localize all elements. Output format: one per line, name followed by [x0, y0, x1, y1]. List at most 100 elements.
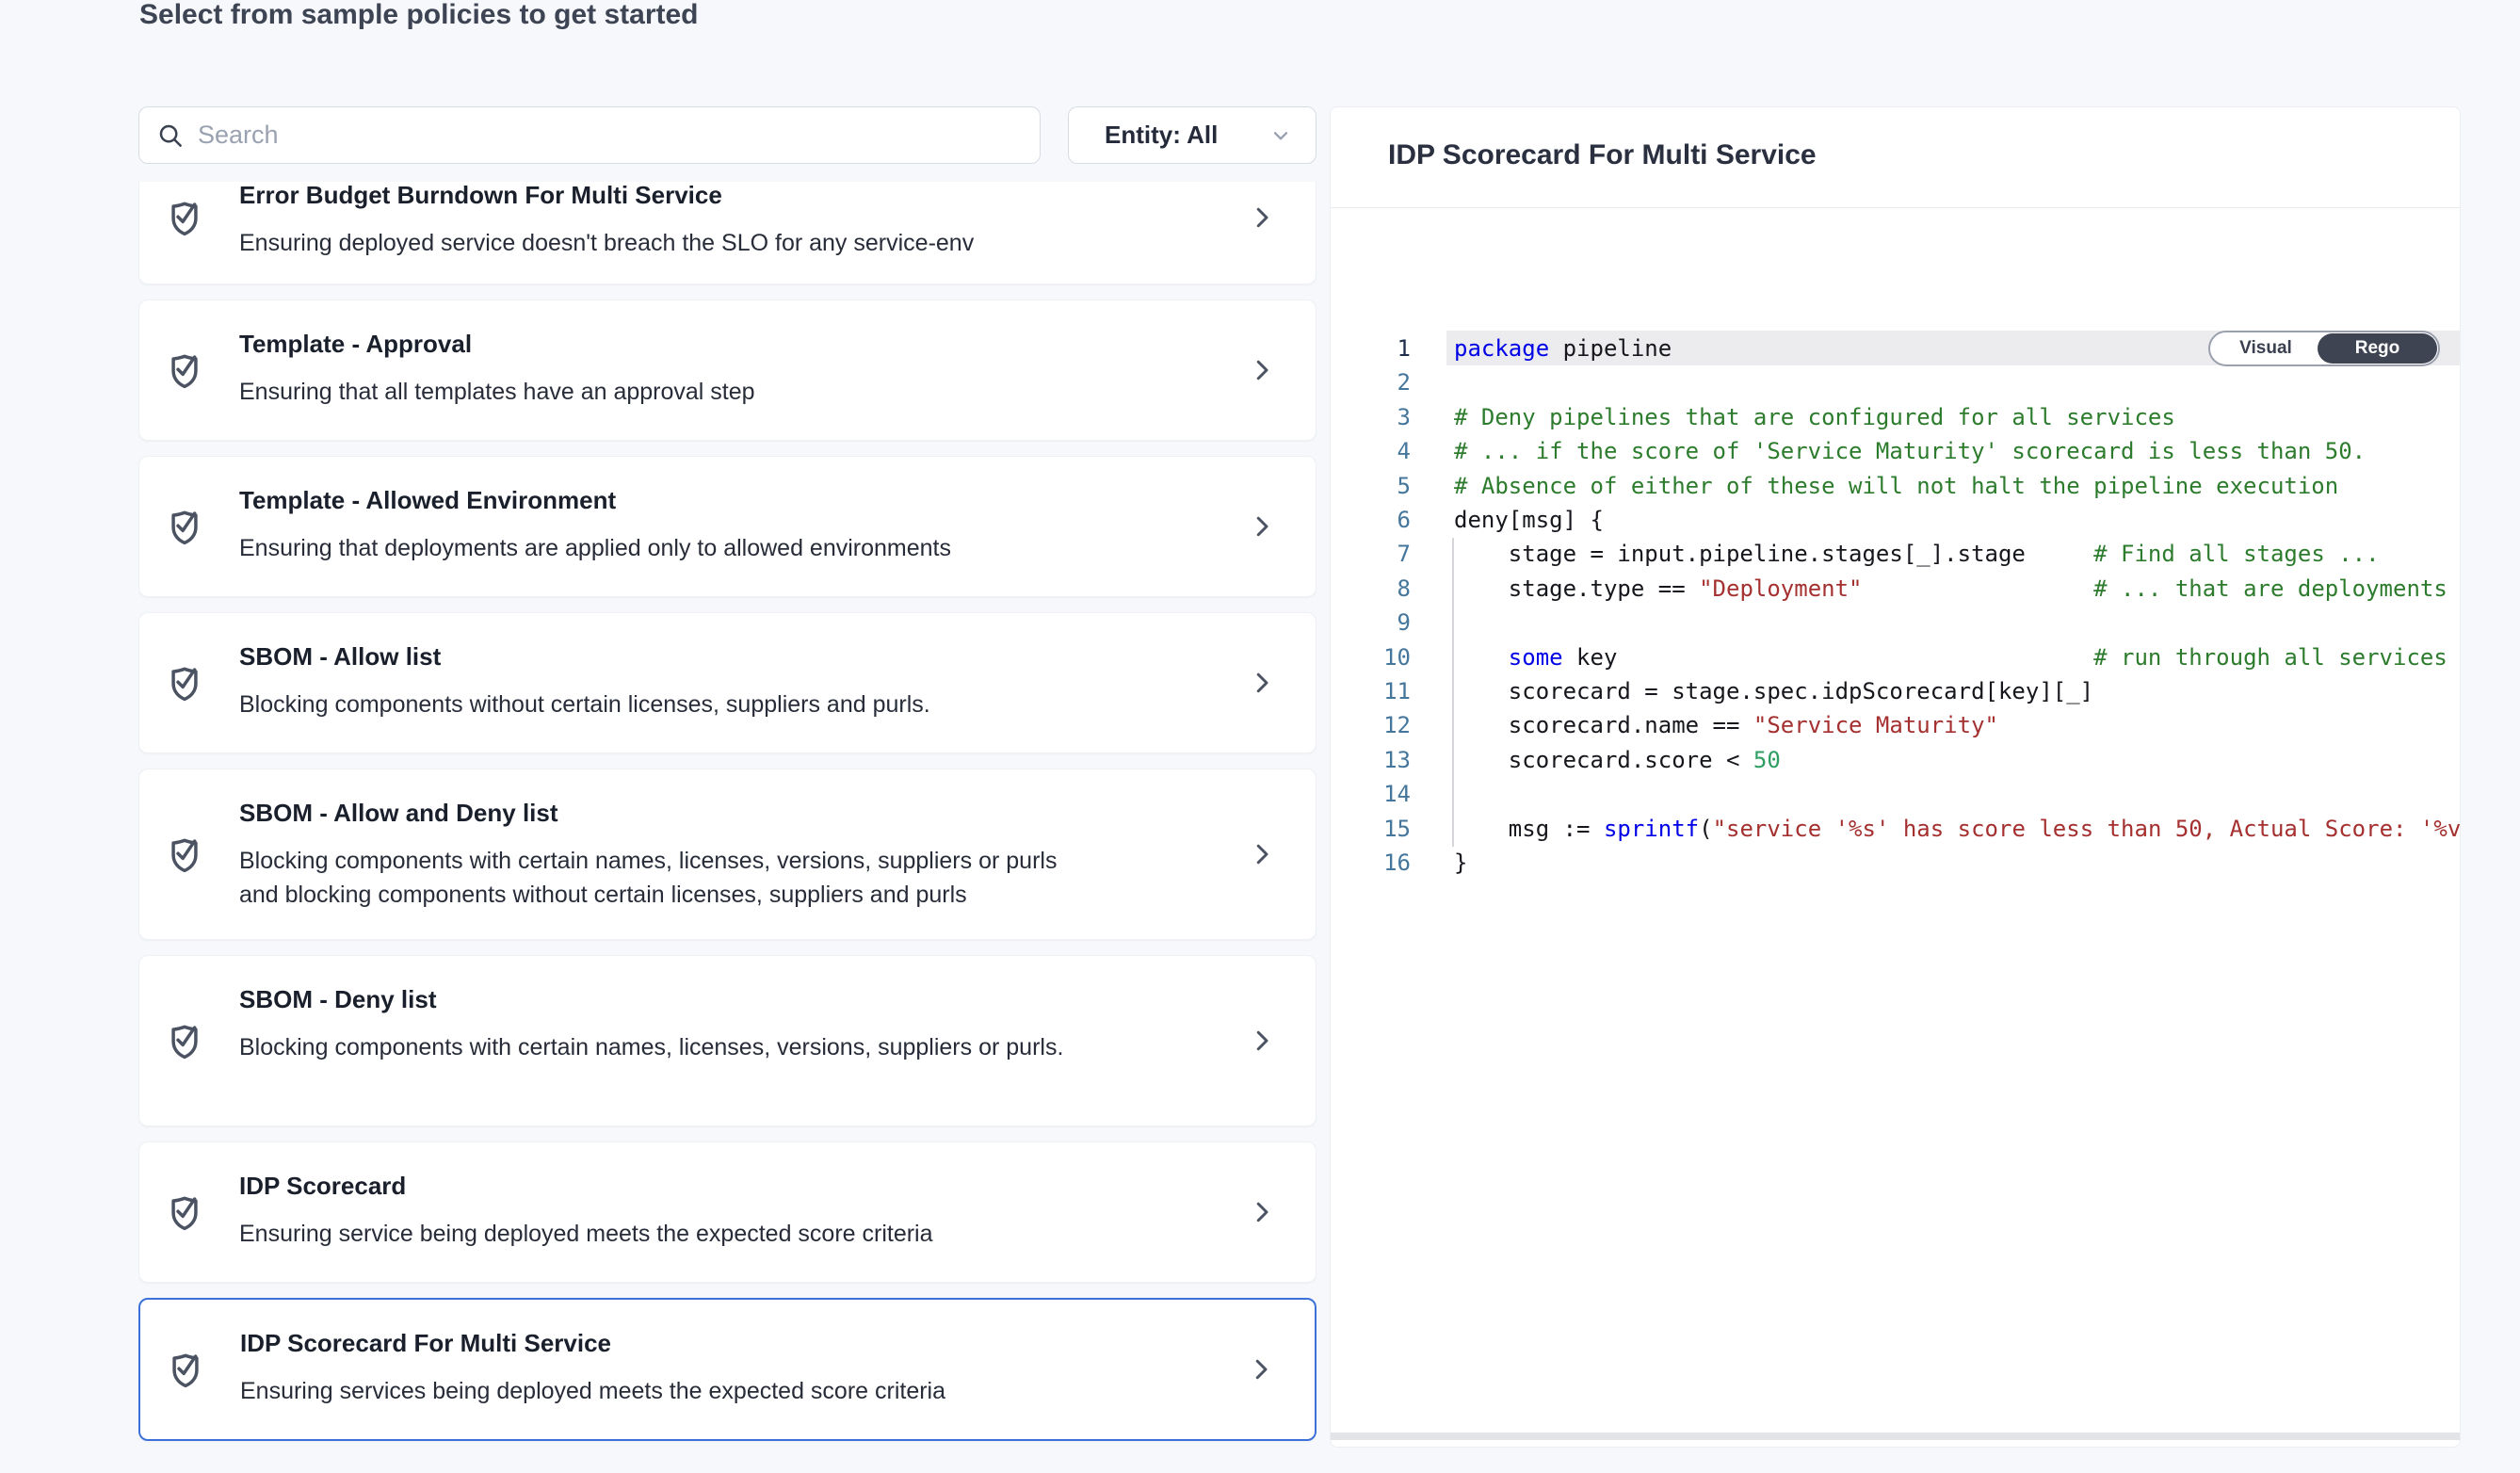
line-number: 14 [1331, 777, 1411, 811]
line-number: 16 [1331, 846, 1411, 880]
policy-card-text: SBOM - Allow list Blocking components wi… [239, 642, 930, 721]
code-text: msg := sprintf("service '%s' has score l… [1454, 812, 2461, 846]
code-text: stage = input.pipeline.stages[_].stage #… [1454, 537, 2380, 571]
code-line: 8 stage.type == "Deployment" # ... that … [1331, 572, 2460, 607]
shield-check-icon [164, 504, 205, 549]
line-number: 3 [1331, 400, 1411, 434]
code-line: 7 stage = input.pipeline.stages[_].stage… [1331, 537, 2460, 572]
policy-detail-panel: IDP Scorecard For Multi Service 1 package… [1330, 106, 2461, 1448]
code-text: scorecard.score < 50 [1454, 743, 1781, 777]
line-number: 15 [1331, 812, 1411, 846]
entity-filter-dropdown[interactable]: Entity: All [1068, 106, 1317, 164]
code-text: deny[msg] { [1454, 503, 1604, 537]
policy-list[interactable]: Error Budget Burndown For Multi Service … [138, 182, 1317, 1456]
line-number: 4 [1331, 434, 1411, 468]
code-line: 4 # ... if the score of 'Service Maturity… [1331, 434, 2460, 469]
line-number: 1 [1331, 332, 1411, 365]
policy-card-text: Template - Approval Ensuring that all te… [239, 330, 755, 409]
line-number: 8 [1331, 572, 1411, 606]
chevron-right-icon [1248, 1198, 1276, 1226]
policy-description: Blocking components with certain names, … [239, 844, 1077, 912]
code-text: # ... if the score of 'Service Maturity'… [1454, 434, 2366, 468]
policy-title: IDP Scorecard [239, 1172, 933, 1201]
policy-card[interactable]: Template - Allowed Environment Ensuring … [138, 456, 1317, 597]
chevron-right-icon [1248, 356, 1276, 384]
rego-toggle-button[interactable]: Rego [2318, 333, 2437, 364]
code-text: stage.type == "Deployment" # ... that ar… [1454, 572, 2447, 606]
line-number: 2 [1331, 365, 1411, 399]
chevron-right-icon [1247, 1355, 1275, 1384]
policy-title: SBOM - Allow and Deny list [239, 799, 1077, 828]
code-line: 11 scorecard = stage.spec.idpScorecard[k… [1331, 674, 2460, 709]
code-line: 2 [1331, 365, 2460, 400]
line-number: 12 [1331, 708, 1411, 742]
code-text: # Deny pipelines that are configured for… [1454, 400, 2175, 434]
chevron-right-icon [1248, 1027, 1276, 1055]
sample-policies-page: { "page": { "title": "Select from sample… [0, 0, 2520, 1473]
shield-check-icon [164, 348, 205, 393]
chevron-right-icon [1248, 203, 1276, 232]
policy-description: Ensuring that all templates have an appr… [239, 375, 755, 409]
code-text: package pipeline [1454, 332, 1672, 365]
line-number: 11 [1331, 674, 1411, 708]
visual-toggle-button[interactable]: Visual [2210, 332, 2321, 364]
policy-card[interactable]: IDP Scorecard Ensuring service being dep… [138, 1141, 1317, 1283]
policy-title: Template - Allowed Environment [239, 486, 951, 515]
policy-detail-title: IDP Scorecard For Multi Service [1388, 139, 2460, 171]
search-icon [156, 121, 185, 150]
page-title: Select from sample policies to get start… [139, 0, 699, 33]
code-line: 14 [1331, 777, 2460, 812]
search-box [138, 106, 1041, 164]
policy-title: SBOM - Allow list [239, 642, 930, 672]
shield-check-icon [164, 832, 205, 877]
line-number: 13 [1331, 743, 1411, 777]
shield-check-icon [165, 1347, 206, 1392]
code-text: } [1454, 846, 1467, 880]
policy-title: SBOM - Deny list [239, 985, 1063, 1014]
search-input[interactable] [198, 121, 1040, 150]
code-line: 13 scorecard.score < 50 [1331, 743, 2460, 778]
code-line: 12 scorecard.name == "Service Maturity" [1331, 708, 2460, 743]
code-line: 5 # Absence of either of these will not h… [1331, 469, 2460, 504]
policy-card[interactable]: SBOM - Allow and Deny list Blocking comp… [138, 769, 1317, 940]
code-editor[interactable]: 1 package pipeline 23 # Deny pipelines that… [1331, 208, 2460, 1440]
shield-check-icon [164, 195, 205, 240]
line-number: 10 [1331, 640, 1411, 674]
policy-card[interactable]: IDP Scorecard For Multi Service Ensuring… [138, 1298, 1317, 1441]
code-line: 6deny[msg] { [1331, 503, 2460, 538]
line-number: 7 [1331, 537, 1411, 571]
chevron-right-icon [1248, 669, 1276, 697]
code-text: scorecard.name == "Service Maturity" [1454, 708, 1998, 742]
code-line: 15 msg := sprintf("service '%s' has scor… [1331, 812, 2460, 847]
policy-card-text: Error Budget Burndown For Multi Service … [239, 182, 974, 260]
horizontal-scrollbar[interactable] [1331, 1433, 2460, 1440]
policy-card-text: IDP Scorecard Ensuring service being dep… [239, 1172, 933, 1251]
policy-card[interactable]: Error Budget Burndown For Multi Service … [138, 182, 1317, 284]
policy-card[interactable]: SBOM - Deny list Blocking components wit… [138, 955, 1317, 1126]
view-mode-toggle[interactable]: Visual Rego [2208, 331, 2440, 366]
policy-title: IDP Scorecard For Multi Service [240, 1329, 945, 1358]
policy-title: Error Budget Burndown For Multi Service [239, 182, 974, 210]
policy-card[interactable]: SBOM - Allow list Blocking components wi… [138, 612, 1317, 753]
policy-description: Ensuring deployed service doesn't breach… [239, 226, 974, 260]
policy-title: Template - Approval [239, 330, 755, 359]
shield-check-icon [164, 1018, 205, 1063]
entity-filter-label: Entity: All [1105, 121, 1218, 150]
policy-description: Ensuring that deployments are applied on… [239, 531, 951, 565]
code-line: 16} [1331, 846, 2460, 881]
policy-card-text: Template - Allowed Environment Ensuring … [239, 486, 951, 565]
policy-description: Ensuring services being deployed meets t… [240, 1374, 945, 1408]
shield-check-icon [164, 660, 205, 705]
policy-card[interactable]: Template - Approval Ensuring that all te… [138, 299, 1317, 441]
code-text: scorecard = stage.spec.idpScorecard[key]… [1454, 674, 2093, 708]
policy-detail-header: IDP Scorecard For Multi Service [1331, 107, 2460, 208]
code-text: some key # run through all services [1454, 640, 2447, 674]
policy-card-text: SBOM - Deny list Blocking components wit… [239, 985, 1063, 1064]
code-line: 9 [1331, 606, 2460, 640]
line-number: 9 [1331, 606, 1411, 639]
line-number: 5 [1331, 469, 1411, 503]
policy-description: Ensuring service being deployed meets th… [239, 1217, 933, 1251]
chevron-right-icon [1248, 512, 1276, 541]
code-text: # Absence of either of these will not ha… [1454, 469, 2338, 503]
chevron-down-icon [1268, 123, 1293, 148]
